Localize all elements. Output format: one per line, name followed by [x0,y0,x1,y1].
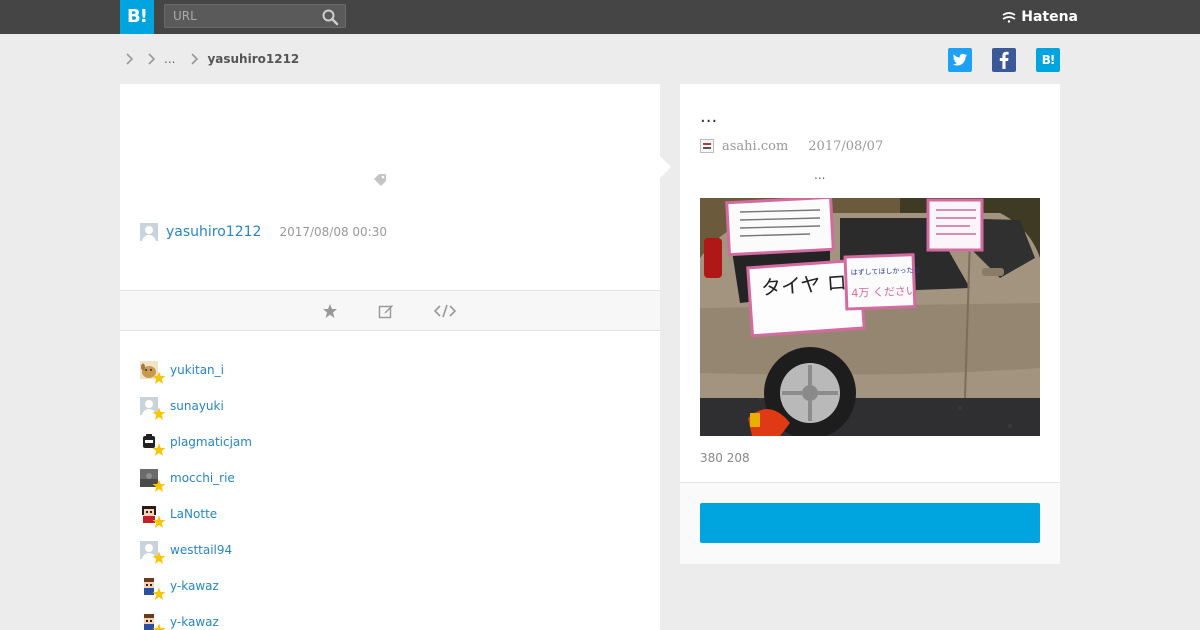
breadcrumb: ... yasuhiro1212 [120,50,299,68]
bookmark-timestamp: 2017/08/08 00:30 [279,225,387,239]
facebook-share-button[interactable] [992,48,1016,72]
list-item: sunayuki [140,388,640,424]
avatar[interactable] [140,361,166,384]
sign-amount: 4万 ください [851,285,917,300]
entry-summary: ... [814,168,826,182]
search-icon[interactable] [321,8,339,26]
avatar[interactable] [140,577,166,600]
avatar[interactable] [140,397,166,420]
star-user-link[interactable]: LaNotte [170,507,217,521]
breadcrumb-current-user: yasuhiro1212 [207,52,300,66]
site-favicon-icon [700,139,714,153]
add-star-button[interactable] [320,301,340,321]
hatena-brand-text: Hatena [1021,9,1078,25]
list-item: yukitan_i [140,352,640,388]
star-user-link[interactable]: y-kawaz [170,579,219,593]
star-user-link[interactable]: yukitan_i [170,363,224,377]
twitter-icon [952,53,967,66]
entry-thumbnail-image[interactable]: タイヤ ロック中! はずしてほしかったら 4万 ください [700,198,1040,436]
star-user-link[interactable]: mocchi_rie [170,471,235,485]
entry-date: 2017/08/07 [808,138,884,154]
star-icon [152,587,166,600]
list-item: y-kawaz [140,604,640,630]
car-photo: タイヤ ロック中! はずしてほしかったら 4万 ください [700,198,1040,436]
star-icon [152,443,166,456]
avatar[interactable] [140,469,166,492]
avatar[interactable] [140,613,166,630]
hatena-mark-icon [1002,12,1016,23]
edit-icon [378,305,393,319]
facebook-icon [999,51,1009,69]
edit-button[interactable] [376,301,396,321]
panel-pointer-arrow [660,156,671,178]
embed-button[interactable] [432,301,458,321]
avatar[interactable] [140,541,166,564]
search-box[interactable] [164,4,346,28]
entry-panel: ... asahi.com 2017/08/07 ... タイヤ ロック中! は… [680,84,1060,564]
chevron-right-icon[interactable] [124,53,134,65]
star-icon [152,371,166,384]
hatena-brand-link[interactable]: Hatena [1001,0,1078,34]
entry-source-row: asahi.com 2017/08/07 [700,138,883,154]
entry-footer [680,482,1060,564]
search-input[interactable] [173,8,313,24]
bookmark-user-link[interactable]: yasuhiro1212 [166,224,261,240]
chevron-right-icon[interactable] [146,53,156,65]
list-item: mocchi_rie [140,460,640,496]
star-icon [152,479,166,492]
entry-title[interactable]: ... [700,106,717,127]
list-item: y-kawaz [140,568,640,604]
hatena-bookmark-share-button[interactable]: B! [1036,48,1060,72]
avatar[interactable] [140,505,166,528]
star-user-link[interactable]: y-kawaz [170,615,219,629]
star-icon [323,304,337,318]
entry-counts: 380 208 [700,451,750,465]
avatar[interactable] [140,433,166,456]
star-user-link[interactable]: westtail94 [170,543,232,557]
list-item: LaNotte [140,496,640,532]
bookmark-user-row: yasuhiro1212 2017/08/08 00:30 [140,222,387,242]
bookmark-comment-panel: yasuhiro1212 2017/08/08 00:30 yukitan_i … [120,84,660,630]
hatena-bookmark-logo[interactable]: B! [120,0,154,34]
code-icon [433,304,457,318]
star-icon [152,515,166,528]
star-icon [152,623,166,630]
list-item: plagmaticjam [140,424,640,460]
bookmark-action-bar [120,290,660,331]
star-user-link[interactable]: plagmaticjam [170,435,252,449]
star-icon [152,407,166,420]
twitter-share-button[interactable] [948,48,972,72]
star-user-list: yukitan_i sunayuki plagmaticjam mocchi_r… [140,352,640,630]
avatar[interactable] [140,223,158,241]
entry-source[interactable]: asahi.com [722,139,788,154]
breadcrumb-ellipsis[interactable]: ... [164,52,175,66]
chevron-right-icon [191,53,199,65]
star-user-link[interactable]: sunayuki [170,399,224,413]
tag-icon[interactable] [372,172,388,188]
list-item: westtail94 [140,532,640,568]
bookmark-entry-button[interactable] [700,503,1040,543]
top-bar: B! Hatena [0,0,1200,34]
star-icon [152,551,166,564]
